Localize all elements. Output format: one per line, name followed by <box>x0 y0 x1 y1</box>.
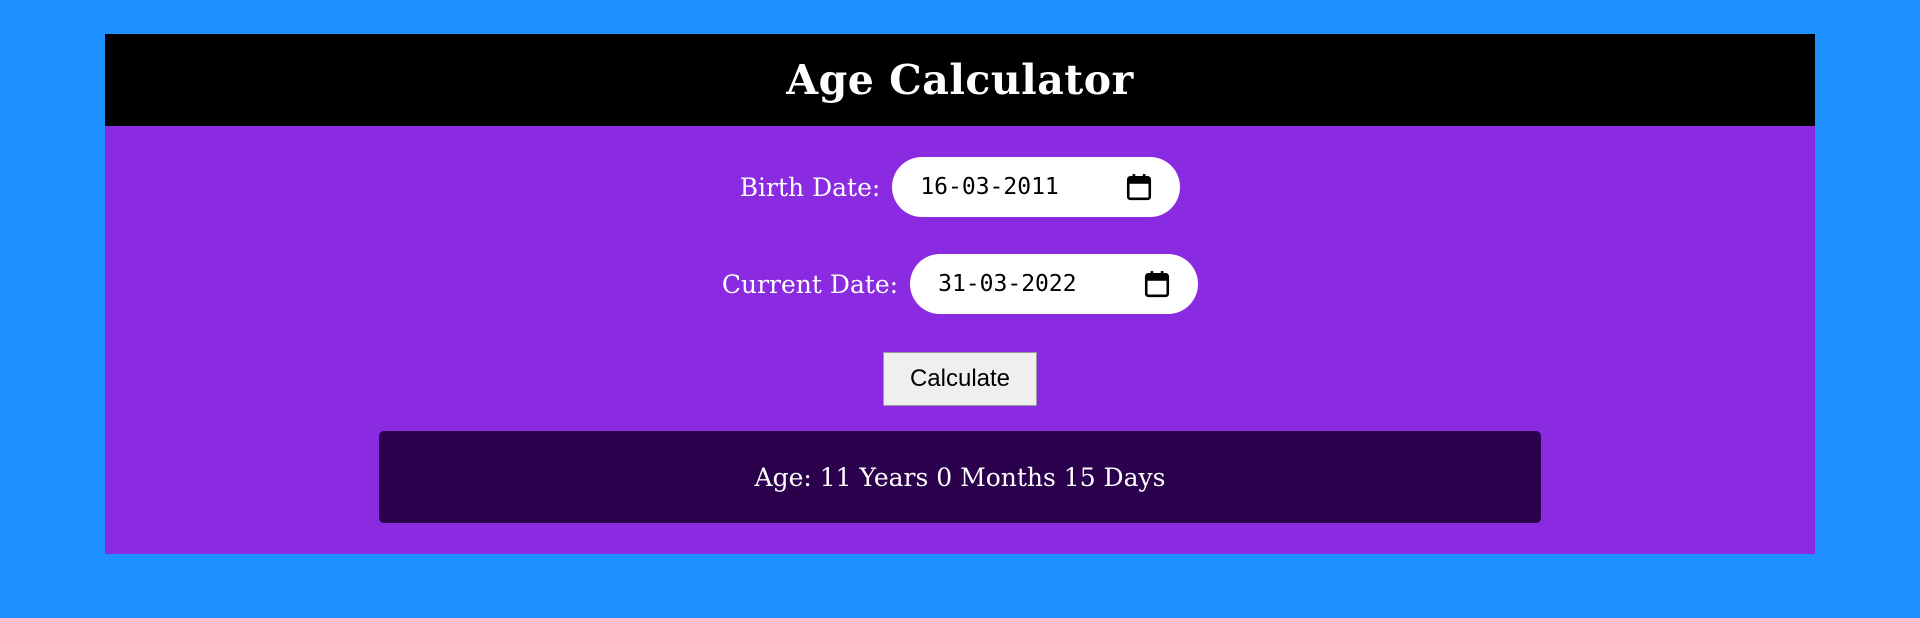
current-date-row: Current Date: 31-03-2022 <box>105 254 1815 314</box>
calendar-icon[interactable] <box>1126 173 1152 201</box>
birth-date-input[interactable]: 16-03-2011 <box>892 157 1181 217</box>
birth-date-row: Birth Date: 16-03-2011 <box>105 157 1815 217</box>
age-calculator-card: Age Calculator Birth Date: 16-03-2011 Cu… <box>105 34 1815 554</box>
current-date-label: Current Date: <box>721 269 899 299</box>
calculate-row: Calculate <box>105 352 1815 406</box>
header-bar: Age Calculator <box>105 34 1815 126</box>
age-result-text: Age: 11 Years 0 Months 15 Days <box>754 462 1166 492</box>
birth-date-label: Birth Date: <box>739 172 881 202</box>
calendar-icon[interactable] <box>1144 270 1170 298</box>
current-date-input[interactable]: 31-03-2022 <box>910 254 1199 314</box>
result-panel: Age: 11 Years 0 Months 15 Days <box>379 431 1541 523</box>
page-title: Age Calculator <box>786 56 1134 104</box>
current-date-value: 31-03-2022 <box>938 271 1077 297</box>
calculate-button[interactable]: Calculate <box>883 352 1037 406</box>
birth-date-value: 16-03-2011 <box>920 174 1059 200</box>
